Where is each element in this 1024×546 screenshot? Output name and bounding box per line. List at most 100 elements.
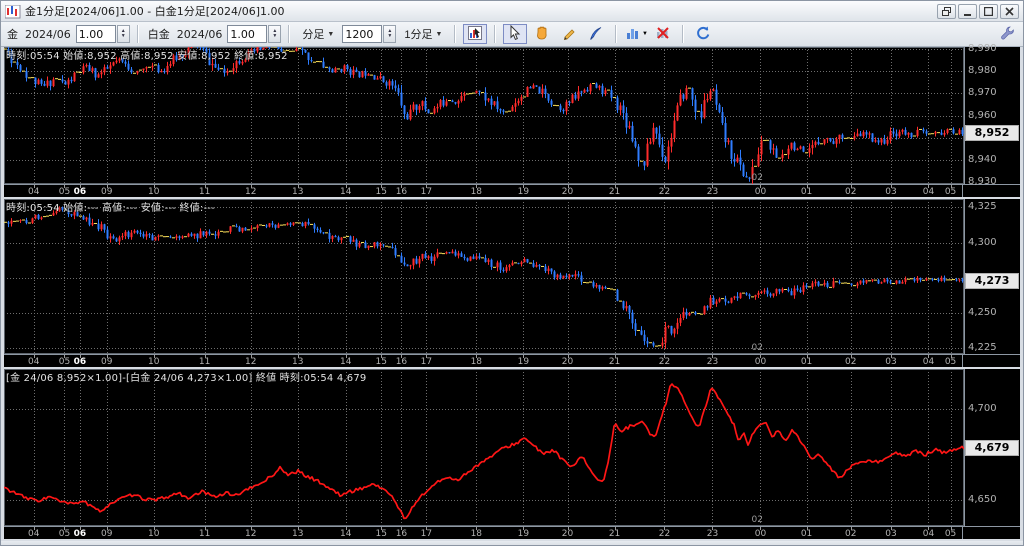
x-axis-label: 14 xyxy=(340,529,352,539)
x-axis-label: 09 xyxy=(100,357,113,367)
x-axis-label: 05 xyxy=(944,187,957,197)
x-axis-label: 18 xyxy=(470,529,483,539)
x-axis-label: 12 xyxy=(244,187,257,197)
x-axis-label: 17 xyxy=(420,187,433,197)
y-axis-label: 4,225 xyxy=(968,342,997,354)
window-title: 金1分足[2024/06]1.00 - 白金1分足[2024/06]1.00 xyxy=(25,5,285,18)
x-axis-label: 04 xyxy=(922,187,935,197)
x-axis-label: 03 xyxy=(885,529,897,539)
last-price-box: 4,273 xyxy=(965,272,1019,289)
close-button[interactable] xyxy=(1000,3,1019,19)
platinum-y-axis: 4,3254,3004,2754,2504,2254,273 xyxy=(964,199,1020,354)
x-axis-label: 13 xyxy=(292,529,304,539)
pencil-tool-button[interactable] xyxy=(557,24,581,44)
gold-chart-panel: 時刻:05:54 始値:8,952 高値:8,952 安値:8,952 終値:8… xyxy=(4,43,1020,197)
bar-count-input[interactable]: 1200 xyxy=(342,25,383,43)
x-axis-label: 01 xyxy=(800,357,813,367)
x-axis-label: 02 xyxy=(844,187,857,197)
gold-ratio-input[interactable]: 1.00 xyxy=(75,25,116,43)
y-axis-label: 4,325 xyxy=(968,201,997,213)
settings-button[interactable] xyxy=(995,24,1019,44)
chart-cursor-icon xyxy=(467,25,483,44)
platinum-chart-panel: 時刻:05:54 始値:--- 高値:--- 安値:--- 終値:--- 02 … xyxy=(4,199,1020,367)
toolbar-separator xyxy=(288,25,291,43)
y-axis-label: 4,650 xyxy=(968,494,997,506)
x-axis-label: 00 xyxy=(754,187,767,197)
x-axis-label: 06 xyxy=(73,187,87,197)
x-axis-label: 10 xyxy=(148,529,160,539)
x-axis-label: 18 xyxy=(470,357,483,367)
timeframe-dropdown[interactable]: 1分足 ▼ xyxy=(399,25,447,43)
chart-cursor-tool-button[interactable] xyxy=(463,24,488,44)
minimize-button[interactable] xyxy=(958,3,977,19)
x-axis-label: 23 xyxy=(706,529,719,539)
pen-tool-button[interactable] xyxy=(584,24,608,44)
refresh-button[interactable] xyxy=(691,24,715,44)
x-axis-label: 09 xyxy=(100,529,113,539)
x-axis-label: 18 xyxy=(470,187,483,197)
gold-candlestick-plot[interactable] xyxy=(4,47,964,184)
float-window-button[interactable] xyxy=(937,3,956,19)
x-axis-label: 22 xyxy=(658,357,671,367)
chevron-down-icon: ▼ xyxy=(435,30,443,38)
y-axis-label: 8,990 xyxy=(968,43,997,55)
platinum-ratio-input[interactable]: 1.00 xyxy=(227,25,268,43)
delete-chart-icon xyxy=(655,25,671,44)
clear-indicators-button[interactable] xyxy=(651,24,675,44)
platinum-candlestick-plot[interactable] xyxy=(4,199,964,354)
pan-hand-tool-button[interactable] xyxy=(530,24,554,44)
select-arrow-tool-button[interactable] xyxy=(503,24,528,44)
x-axis-label: 19 xyxy=(517,529,530,539)
gold-y-axis: 8,990 8,980 8,970 8,960 8,940 8,930 8,952 xyxy=(964,43,1020,187)
x-axis-label: 11 xyxy=(198,529,211,539)
indicator-chart-button[interactable]: ▼ xyxy=(624,24,648,44)
x-axis-label: 04 xyxy=(28,529,40,539)
x-axis-label: 00 xyxy=(754,357,767,367)
x-axis-label: 03 xyxy=(885,187,897,197)
x-axis-label: 21 xyxy=(608,529,621,539)
platinum-label: 白金 xyxy=(147,28,170,41)
x-axis-label: 04 xyxy=(922,529,935,539)
refresh-icon xyxy=(695,25,711,44)
x-axis-label: 06 xyxy=(73,357,87,367)
platinum-ohlc-readout: 時刻:05:54 始値:--- 高値:--- 安値:--- 終値:--- xyxy=(6,203,215,214)
x-axis-label: 01 xyxy=(800,187,813,197)
spread-chart-panel: [金 24/06 8,952×1.00]-[白金 24/06 4,273×1.0… xyxy=(4,369,1020,539)
bar-count-stepper[interactable]: ▲ ▼ xyxy=(383,25,397,43)
platinum-ratio-stepper[interactable]: ▲ ▼ xyxy=(268,25,282,43)
x-axis-label: 16 xyxy=(395,529,408,539)
platinum-contract-month: 2024/06 xyxy=(176,27,223,41)
x-axis-label: 03 xyxy=(885,357,897,367)
x-axis-label: 20 xyxy=(561,187,574,197)
wrench-icon xyxy=(999,25,1015,44)
y-axis-label: 4,300 xyxy=(968,236,997,248)
toolbar: 金 2024/06 1.00 ▲ ▼ 白金 2024/06 1.00 ▲ ▼ 分足 ▼… xyxy=(1,22,1023,47)
x-axis-label: 00 xyxy=(754,529,767,539)
spread-line-plot[interactable] xyxy=(4,369,964,526)
axis-corner xyxy=(962,526,1020,539)
last-price-box: 4,679 xyxy=(965,439,1019,456)
interval-type-dropdown[interactable]: 分足 ▼ xyxy=(297,25,339,43)
maximize-button[interactable] xyxy=(979,3,998,19)
toolbar-separator xyxy=(454,25,457,43)
x-axis-label: 19 xyxy=(517,357,530,367)
x-axis-label: 02 xyxy=(844,529,857,539)
x-axis-label: 05 xyxy=(58,187,71,197)
x-axis-label: 01 xyxy=(800,529,813,539)
gold-ohlc-readout: 時刻:05:54 始値:8,952 高値:8,952 安値:8,952 終値:8… xyxy=(6,51,288,62)
y-axis-label: 8,980 xyxy=(968,65,997,77)
gold-ratio-stepper[interactable]: ▲ ▼ xyxy=(116,25,130,43)
x-axis-label: 21 xyxy=(608,187,621,197)
x-axis-label: 17 xyxy=(420,529,433,539)
spread-y-axis: 4,700 4,650 4,679 xyxy=(964,369,1020,526)
x-axis-label: 20 xyxy=(561,529,574,539)
statusbar xyxy=(1,541,1023,545)
x-axis-label: 23 xyxy=(706,187,719,197)
x-axis-label: 20 xyxy=(561,357,574,367)
x-axis-label: 15 xyxy=(375,187,387,197)
y-axis-label: 8,930 xyxy=(968,175,997,187)
toolbar-separator xyxy=(494,25,497,43)
x-axis-label: 16 xyxy=(395,187,408,197)
select-arrow-icon xyxy=(507,24,523,44)
x-axis-label: 04 xyxy=(28,357,40,367)
